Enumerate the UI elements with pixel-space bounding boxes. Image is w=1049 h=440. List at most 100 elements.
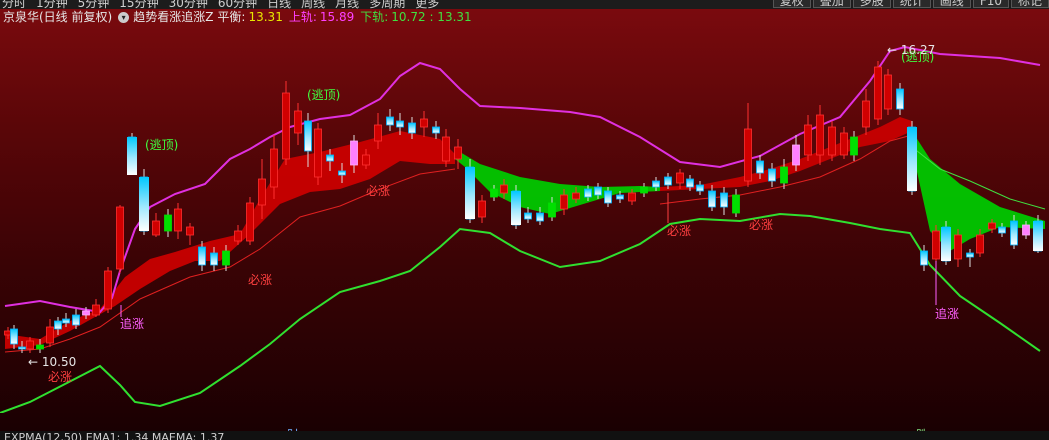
candle-body xyxy=(490,188,498,198)
lower-band-label: 下轨: xyxy=(360,10,389,24)
candle-body xyxy=(732,194,740,214)
candle-body xyxy=(92,304,100,316)
fuquan-button[interactable]: 复权 xyxy=(772,0,811,8)
tab-5min[interactable]: 5分钟 xyxy=(78,0,110,9)
must-rise-signal: 必涨 xyxy=(248,272,272,287)
candle-body xyxy=(850,136,858,156)
candle-body xyxy=(616,194,624,200)
balance-value: 13.31 xyxy=(248,10,283,24)
tab-more[interactable]: 更多 xyxy=(415,0,439,9)
candle-body xyxy=(386,116,394,126)
candle-body xyxy=(164,214,172,232)
candle-body xyxy=(10,328,18,345)
kline-chart[interactable]: (逃顶) (逃顶) (逃顶) 必涨 必涨 必涨 必涨 必涨 追涨 追涨 ← 10.50 ← 16.27… xyxy=(0,9,1049,440)
candle-body xyxy=(584,188,592,198)
candle-body xyxy=(676,172,684,184)
tab-multi-period[interactable]: 多周期 xyxy=(369,0,405,9)
multi-stock-button[interactable]: 多股 xyxy=(852,0,891,8)
candle-body-highlight xyxy=(465,167,475,219)
candle-body-highlight xyxy=(907,127,917,191)
candle-body xyxy=(1010,220,1018,246)
tab-1min[interactable]: 1分钟 xyxy=(36,0,68,9)
tab-15min[interactable]: 15分钟 xyxy=(119,0,158,9)
candle-body xyxy=(82,310,90,316)
tab-daily[interactable]: 日线 xyxy=(267,0,291,9)
tab-monthly[interactable]: 月线 xyxy=(335,0,359,9)
candle-body xyxy=(420,118,428,128)
candle-body xyxy=(640,186,648,194)
candle-body xyxy=(932,230,940,260)
candle-body xyxy=(442,136,450,162)
candle-body xyxy=(768,168,776,182)
candle-body-highlight xyxy=(127,137,137,175)
low-price-label: ← 10.50 xyxy=(28,355,76,369)
candle-body xyxy=(976,234,984,254)
candle-body xyxy=(594,186,602,196)
candle-body xyxy=(604,190,612,204)
top-toolbar: 分时 1分钟 5分钟 15分钟 30分钟 60分钟 日线 周线 月线 多周期 更… xyxy=(0,0,1049,9)
candle-body xyxy=(920,250,928,266)
candle-body xyxy=(664,176,672,186)
candle-body xyxy=(560,194,568,210)
collapse-icon[interactable]: ▾ xyxy=(118,12,130,23)
tab-weekly[interactable]: 周线 xyxy=(301,0,325,9)
candle-body xyxy=(696,184,704,192)
chase-rise-signal: 追涨 xyxy=(935,306,959,321)
candle-body xyxy=(804,124,812,156)
candle-body xyxy=(152,220,160,236)
indicator-name[interactable]: 趋势看涨追涨Z xyxy=(133,9,213,26)
candle-body xyxy=(780,166,788,184)
lower-band-line xyxy=(0,212,1041,413)
candle-body xyxy=(222,250,230,266)
candle-body xyxy=(862,100,870,128)
candle-body xyxy=(294,110,302,134)
candle-body xyxy=(744,128,752,182)
candle-body xyxy=(338,170,346,176)
stats-button[interactable]: 统计 xyxy=(892,0,931,8)
candle-body xyxy=(174,208,182,232)
candle-body xyxy=(374,124,382,142)
candle-body xyxy=(998,226,1006,234)
mark-button[interactable]: 标记 xyxy=(1010,0,1049,8)
candle-body xyxy=(874,66,882,120)
sub-indicator-bar: EXPMA(12,50) EMA1: 1.34 MAEMA: 1.37 xyxy=(0,431,1049,440)
candle-body xyxy=(326,154,334,162)
candle-body xyxy=(454,146,462,160)
period-tabs: 分时 1分钟 5分钟 15分钟 30分钟 60分钟 日线 周线 月线 多周期 更… xyxy=(2,0,439,9)
upper-band-label: 上轨: xyxy=(288,10,317,24)
high-price-label: ← 16.27 xyxy=(887,43,935,57)
f10-button[interactable]: F10 xyxy=(972,0,1009,8)
tab-60min[interactable]: 60分钟 xyxy=(218,0,257,9)
candle-body xyxy=(628,192,636,202)
candle-body xyxy=(816,114,824,156)
escape-top-signal: (逃顶) xyxy=(145,138,178,152)
candle-body xyxy=(720,192,728,208)
overlay-button[interactable]: 叠加 xyxy=(812,0,851,8)
candle-body xyxy=(548,202,556,218)
candle-body-highlight xyxy=(941,227,951,261)
must-rise-signal: 必涨 xyxy=(749,217,773,232)
must-rise-signal: 必涨 xyxy=(667,223,691,238)
candle-body xyxy=(362,154,370,166)
candle-body-highlight xyxy=(139,177,149,231)
candle-body xyxy=(46,326,54,344)
candle-body xyxy=(104,270,112,310)
candle-body xyxy=(36,344,44,350)
candle-body xyxy=(116,206,124,270)
candle-body xyxy=(478,200,486,218)
draw-line-button[interactable]: 画线 xyxy=(932,0,971,8)
candle-body xyxy=(686,178,694,188)
lower-band-value: 10.72 : 13.31 xyxy=(391,10,472,24)
candle-body xyxy=(350,140,358,166)
candle-body xyxy=(408,122,416,134)
candle-body xyxy=(314,128,322,178)
candle-body xyxy=(884,74,892,110)
candle-body xyxy=(828,126,836,156)
tab-fenshi[interactable]: 分时 xyxy=(2,0,26,9)
kline-plot[interactable]: (逃顶)(逃顶)(逃顶)必涨必涨必涨必涨 必涨追涨追涨← 10.50← 16.27 xyxy=(0,9,1049,413)
tab-30min[interactable]: 30分钟 xyxy=(169,0,208,9)
balance-label: 平衡: xyxy=(217,10,246,24)
candle-body xyxy=(708,190,716,208)
candle-body xyxy=(1022,224,1030,236)
candle-body xyxy=(572,192,580,200)
